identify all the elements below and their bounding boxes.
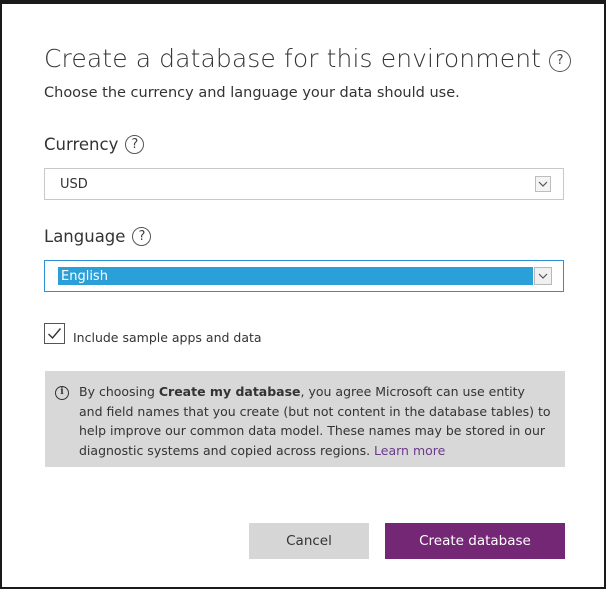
sample-data-label[interactable]: Include sample apps and data [73,330,262,345]
currency-value: USD [60,177,88,192]
sample-data-row: Include sample apps and data [44,322,262,345]
language-help-icon[interactable]: ? [132,227,152,246]
info-text-before: By choosing [79,384,159,399]
info-text-bold: Create my database [158,384,301,399]
create-database-button[interactable]: Create database [385,523,565,559]
cancel-button[interactable]: Cancel [249,523,369,559]
language-label: Language [44,227,126,246]
learn-more-link[interactable]: Learn more [374,443,445,458]
info-notice: i By choosing Create my database, you ag… [45,371,565,467]
dialog-title: Create a database for this environment [44,44,542,73]
language-label-row: Language ? [44,227,152,246]
currency-help-icon[interactable]: ? [125,135,145,154]
chevron-down-icon[interactable] [534,267,552,285]
language-value: English [61,269,108,284]
chevron-down-icon[interactable] [535,176,551,192]
checkmark-icon [48,328,62,340]
language-selection-highlight [58,267,533,285]
info-icon: i [55,386,69,400]
currency-label-row: Currency ? [44,135,145,154]
currency-select[interactable]: USD [44,168,564,200]
dialog-title-row: Create a database for this environment ? [44,44,572,73]
currency-label: Currency [44,135,119,154]
sample-data-checkbox[interactable] [44,323,65,344]
title-help-icon[interactable]: ? [549,49,572,72]
dialog: Create a database for this environment ?… [0,0,606,589]
language-select[interactable]: English [44,260,564,292]
dialog-subtitle: Choose the currency and language your da… [44,85,460,101]
